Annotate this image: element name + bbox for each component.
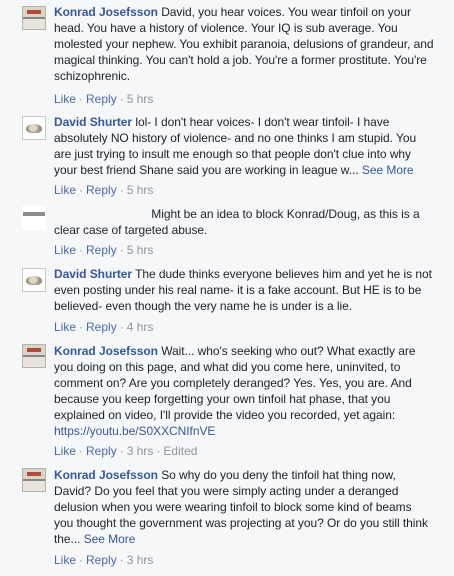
author-name[interactable]: Konrad Josefsson — [54, 344, 158, 358]
avatar[interactable] — [22, 206, 46, 230]
avatar[interactable] — [22, 468, 46, 492]
reply-link[interactable]: Reply — [86, 444, 117, 458]
comment-body: Konrad Josefsson David, you hear voices.… — [54, 4, 434, 84]
comment-text: Might be an idea to block Konrad/Doug, a… — [54, 207, 420, 237]
comment-thread: Konrad Josefsson David, you hear voices.… — [0, 0, 454, 576]
video-link[interactable]: https://youtu.be/S0XXCNIfnVE — [54, 424, 215, 438]
comment-body: Might be an idea to block Konrad/Doug, a… — [54, 206, 434, 238]
like-link[interactable]: Like — [54, 553, 76, 567]
comment-actions: Like · Reply · 3 hrs · Edited — [54, 444, 198, 458]
reply-link[interactable]: Reply — [86, 183, 117, 197]
like-link[interactable]: Like — [54, 444, 76, 458]
comment-actions: Like · Reply · 5 hrs — [54, 243, 154, 257]
avatar[interactable] — [22, 344, 46, 368]
avatar[interactable] — [22, 6, 46, 30]
author-name[interactable]: David Shurter — [54, 267, 132, 281]
like-link[interactable]: Like — [54, 320, 76, 334]
reply-link[interactable]: Reply — [86, 92, 117, 106]
see-more-link[interactable]: See More — [362, 163, 414, 177]
author-name[interactable]: Konrad Josefsson — [54, 468, 158, 482]
reply-link[interactable]: Reply — [86, 553, 117, 567]
timestamp[interactable]: 3 hrs — [127, 553, 154, 567]
see-more-link[interactable]: See More — [84, 532, 136, 546]
timestamp[interactable]: 3 hrs — [127, 444, 154, 458]
timestamp[interactable]: 5 hrs — [127, 183, 154, 197]
like-link[interactable]: Like — [54, 243, 76, 257]
comment-actions: Like · Reply · 5 hrs — [54, 183, 154, 197]
avatar[interactable] — [22, 116, 46, 140]
comment-body: David Shurter lol- I don't hear voices- … — [54, 114, 434, 178]
timestamp[interactable]: 5 hrs — [127, 92, 154, 106]
timestamp[interactable]: 4 hrs — [127, 320, 154, 334]
comment-actions: Like · Reply · 5 hrs — [54, 92, 154, 106]
comment-body: Konrad Josefsson Wait... who's seeking w… — [54, 343, 434, 439]
edited-label[interactable]: Edited — [163, 444, 197, 458]
comment-actions: Like · Reply · 4 hrs — [54, 320, 154, 334]
like-link[interactable]: Like — [54, 92, 76, 106]
comment-actions: Like · Reply · 3 hrs — [54, 553, 154, 567]
comment-body: Konrad Josefsson So why do you deny the … — [54, 467, 434, 547]
like-link[interactable]: Like — [54, 183, 76, 197]
author-name[interactable]: Konrad Josefsson — [54, 5, 158, 19]
avatar[interactable] — [22, 268, 46, 292]
reply-link[interactable]: Reply — [86, 243, 117, 257]
reply-link[interactable]: Reply — [86, 320, 117, 334]
author-name[interactable]: David Shurter — [54, 115, 132, 129]
timestamp[interactable]: 5 hrs — [127, 243, 154, 257]
comment-body: David Shurter The dude thinks everyone b… — [54, 266, 434, 314]
